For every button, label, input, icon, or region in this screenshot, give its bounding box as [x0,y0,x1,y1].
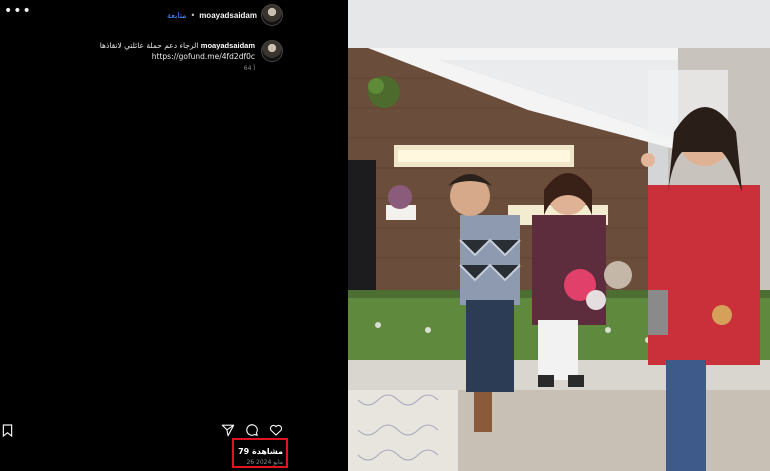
caption-timestamp: 64 أ [243,65,255,72]
caption: الرجاء دعم حملة عائلتي لانقاذها moayadsa… [100,40,283,72]
caption-username[interactable]: moayadsaidam [201,41,255,50]
caption-body: الرجاء دعم حملة عائلتي لانقاذها moayadsa… [100,40,255,72]
action-bar [221,423,283,437]
more-options-icon[interactable]: ••• [4,3,32,19]
post-date: 26 مايو 2024 [246,459,283,466]
comment-icon[interactable] [245,423,259,437]
follow-button[interactable]: متابعة [167,11,187,20]
caption-avatar[interactable] [261,40,283,62]
caption-text: الرجاء دعم حملة عائلتي لانقاذها [99,41,199,50]
avatar[interactable] [261,4,283,26]
views-count: 79 مشاهدة [238,447,283,456]
heart-icon[interactable] [269,423,283,437]
post-header: متابعة • moayadsaidam [167,4,283,26]
post-photo[interactable] [348,0,770,471]
caption-first-line: الرجاء دعم حملة عائلتي لانقاذها moayadsa… [100,40,255,51]
header-username[interactable]: moayadsaidam [199,11,257,20]
post-sidebar: ••• متابعة • moayadsaidam الرجاء دعم حمل… [0,0,293,471]
caption-link[interactable]: https://gofund.me/4fd2df0c [100,51,255,62]
divider-gap [293,0,348,471]
send-icon[interactable] [221,423,235,437]
bookmark-icon[interactable] [2,424,13,437]
header-separator: • [190,10,196,20]
